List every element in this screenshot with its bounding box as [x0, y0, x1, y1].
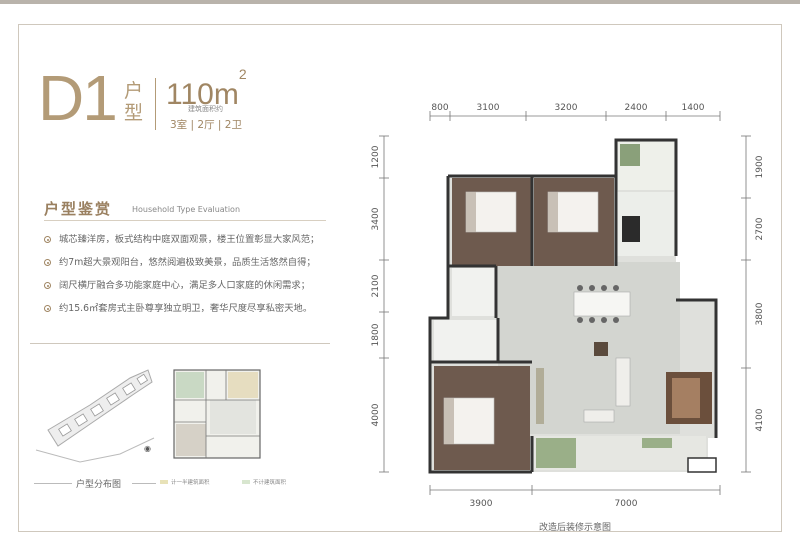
section-title: 户型鉴赏: [44, 200, 113, 218]
bullet-icon: [44, 259, 51, 266]
dim-top: 1400: [682, 103, 705, 113]
dim-right: 2700: [755, 217, 765, 240]
top-bar: [0, 0, 800, 4]
unit-code: D1: [38, 62, 118, 134]
dim-top: 2400: [625, 103, 648, 113]
bullet-icon: [44, 282, 51, 289]
distribution-top-rule: [30, 343, 330, 344]
distribution-rule-left: [34, 483, 72, 484]
legend-no-area: 不计建筑面积: [242, 478, 286, 486]
dim-top: 3100: [477, 103, 500, 113]
distribution-rule-right: [132, 483, 156, 484]
dim-bottom: 7000: [615, 499, 638, 509]
dim-left: 2100: [371, 274, 381, 297]
feature-item: 城芯臻洋房，板式结构中庭双面观景，楼王位置彰显大家风范；: [44, 231, 319, 245]
dim-right: 1900: [755, 155, 765, 178]
dim-left: 1200: [371, 145, 381, 168]
bullet-icon: [44, 305, 51, 312]
plan-caption: 改造后装修示意图: [538, 523, 611, 533]
dim-top: 3200: [555, 103, 578, 113]
feature-item: 约7m超大景观阳台，悠然阅遍极致美景，品质生活悠然自得；: [44, 254, 316, 268]
north-icon: ◉: [144, 444, 151, 453]
feature-item: 约15.6㎡套房式主卧尊享独立明卫，奢华尺度尽享私密天地。: [44, 300, 312, 314]
unit-type-label: 户型: [124, 80, 144, 124]
dim-right: 3800: [755, 302, 765, 325]
area-caption: 建筑面积约: [188, 105, 223, 113]
section-title-en: Household Type Evaluation: [132, 205, 241, 214]
room-count: 3室 | 2厅 | 2卫: [170, 119, 242, 131]
dim-left: 3400: [371, 207, 381, 230]
dim-right: 4100: [755, 408, 765, 431]
legend-half-area: 计一半建筑面积: [160, 478, 210, 486]
section-underline: [44, 220, 326, 221]
dim-left: 1800: [371, 323, 381, 346]
dim-left: 4000: [371, 403, 381, 426]
floor-plan: 800 3100 3200 2400 1400 3900 7000 1200 3…: [371, 103, 765, 509]
bullet-icon: [44, 236, 51, 243]
feature-item: 阔尺横厅融合多功能家庭中心，满足多人口家庭的休闲需求；: [44, 277, 310, 291]
distribution-label: 户型分布图: [76, 480, 122, 490]
site-plan-diagram: [35, 369, 155, 463]
title-divider: [155, 78, 156, 130]
dim-bottom: 3900: [470, 499, 493, 509]
dim-top: 800: [431, 103, 448, 113]
floor-distribution-diagram: [173, 369, 261, 459]
